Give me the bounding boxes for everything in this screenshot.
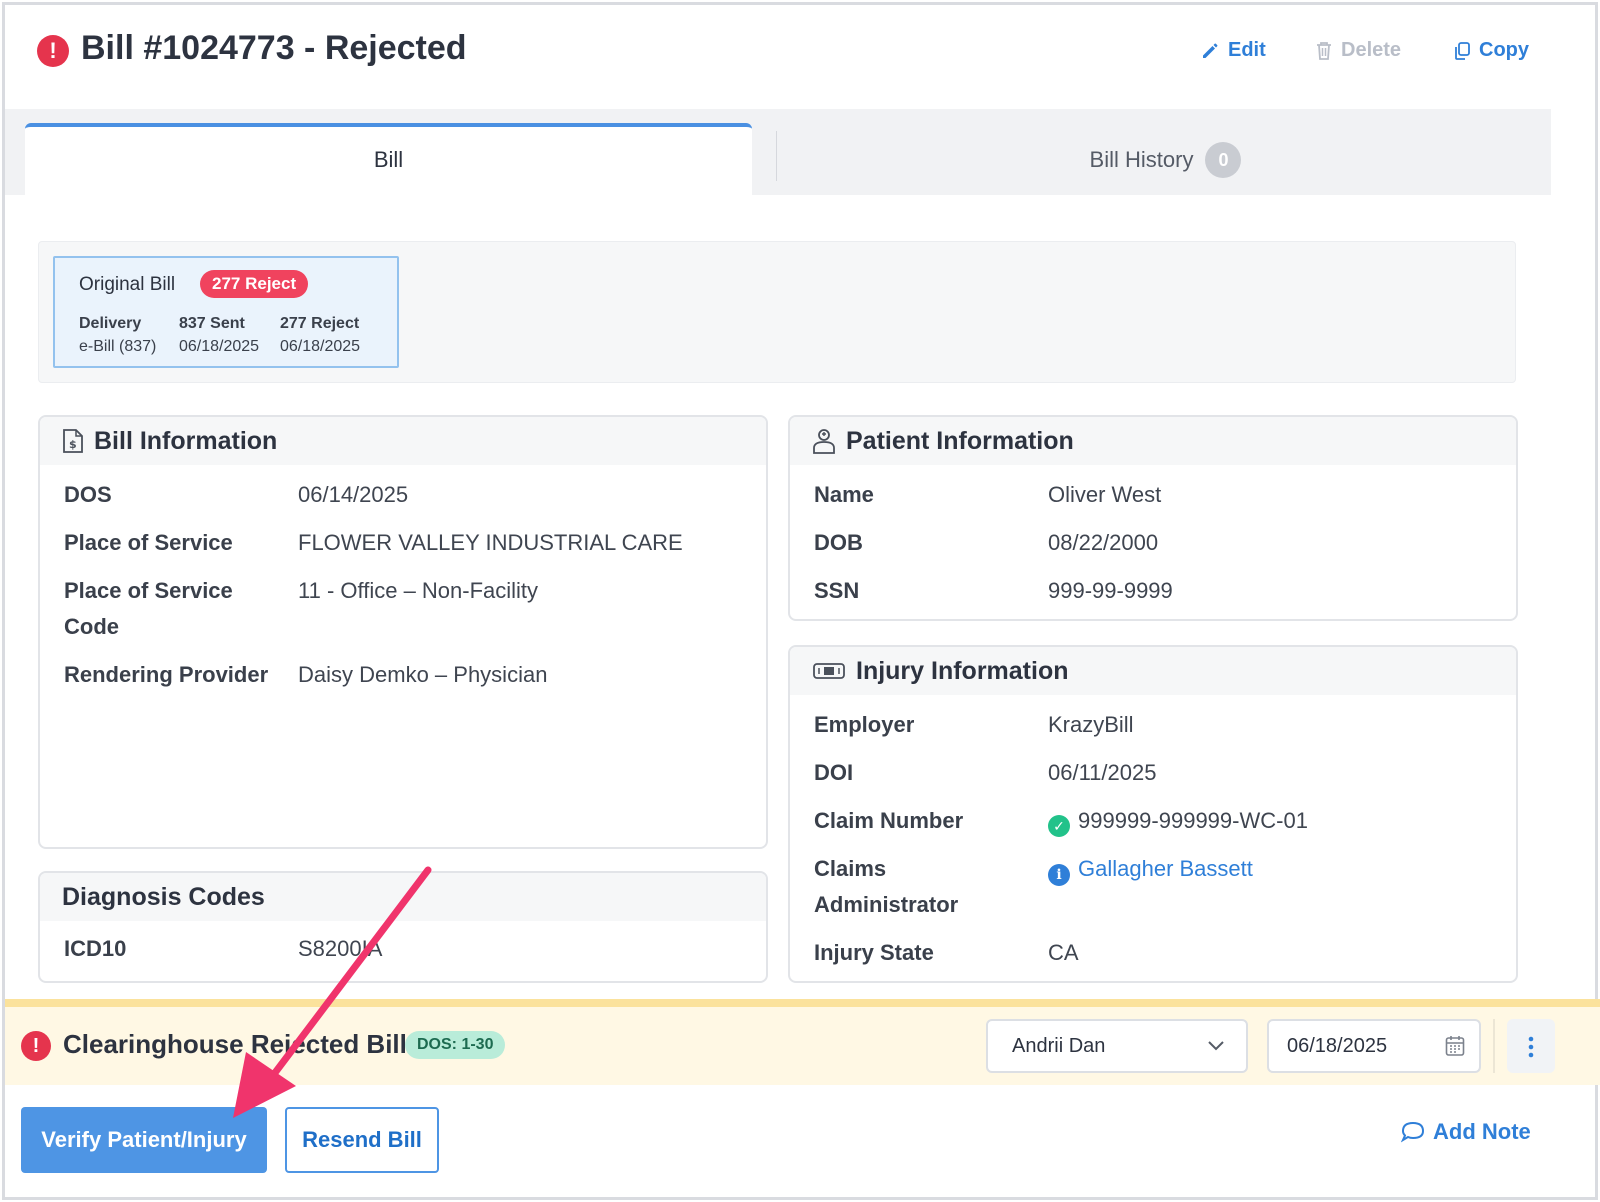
original-bill-card[interactable]: Original Bill 277 Reject Delivery e-Bill… (53, 256, 399, 368)
delivery-column: Delivery e-Bill (837) (79, 312, 156, 358)
rejection-bar: ! Clearinghouse Rejected Bill DOS: 1-30 … (5, 1007, 1600, 1085)
ssn-label: SSN (814, 578, 860, 603)
card-title: Bill Information (94, 426, 278, 455)
pos-code-label-line2: Code (64, 614, 119, 639)
verify-patient-injury-button[interactable]: Verify Patient/Injury (21, 1107, 267, 1173)
add-note-label: Add Note (1433, 1119, 1531, 1144)
delivery-value: e-Bill (837) (79, 338, 157, 355)
delivery-heading: Delivery (79, 315, 142, 332)
assignee-value: Andrii Dan (1012, 1035, 1106, 1057)
rejection-title: Clearinghouse Rejected Bill (63, 1029, 407, 1059)
injury-information-card: Injury Information Employer KrazyBill DO… (788, 645, 1518, 983)
card-header: Diagnosis Codes (40, 873, 766, 921)
doi-label: DOI (814, 760, 854, 785)
date-input[interactable]: 06/18/2025 (1267, 1019, 1481, 1073)
tab-bill[interactable]: Bill (25, 123, 752, 197)
bill-information-card: $ Bill Information DOS 06/14/2025 Place … (38, 415, 768, 849)
divider (1493, 1019, 1495, 1073)
card-title: Injury Information (856, 656, 1069, 685)
dos-label: DOS (64, 482, 112, 507)
place-of-service-value: FLOWER VALLEY INDUSTRIAL CARE (298, 530, 683, 555)
rendering-provider-value: Daisy Demko – Physician (298, 662, 548, 687)
tab-divider (776, 131, 777, 181)
dob-label: DOB (814, 530, 863, 555)
comment-icon (1401, 1121, 1425, 1143)
pos-code-value: 11 - Office – Non-Facility (298, 578, 539, 603)
doi-value: 06/11/2025 (1048, 760, 1157, 785)
card-header: $ Bill Information (40, 417, 766, 465)
reject-heading: 277 Reject (280, 315, 360, 332)
copy-button[interactable]: Copy (1453, 39, 1529, 62)
more-options-button[interactable] (1507, 1019, 1555, 1073)
dos-value: 06/14/2025 (298, 482, 409, 507)
svg-text:$: $ (69, 438, 77, 451)
employer-label: Employer (814, 712, 915, 737)
dob-value: 08/22/2000 (1048, 530, 1159, 555)
claims-admin-label-line2: Administrator (814, 892, 959, 917)
claim-number-label: Claim Number (814, 808, 964, 833)
resend-bill-button[interactable]: Resend Bill (285, 1107, 439, 1173)
patient-icon (813, 429, 835, 454)
original-bill-title: Original Bill (79, 274, 176, 295)
bill-detail-panel: ! Bill #1024773 - Rejected Edit Delete C… (2, 2, 1600, 1200)
delete-button[interactable]: Delete (1315, 39, 1401, 62)
history-count-badge: 0 (1205, 142, 1242, 178)
kebab-menu-icon (1528, 1036, 1534, 1057)
reject-column: 277 Reject 06/18/2025 (280, 312, 360, 358)
place-of-service-label: Place of Service (64, 530, 233, 555)
assignee-select[interactable]: Andrii Dan (986, 1019, 1248, 1073)
edit-label: Edit (1228, 39, 1266, 61)
card-title: Diagnosis Codes (62, 882, 265, 911)
claims-admin-field: i Gallagher Bassett (1048, 851, 1253, 887)
sent-column: 837 Sent 06/18/2025 (179, 312, 259, 358)
alert-icon: ! (21, 1031, 51, 1061)
info-icon[interactable]: i (1048, 864, 1070, 886)
date-value: 06/18/2025 (1287, 1035, 1388, 1057)
page-header: ! Bill #1024773 - Rejected Edit Delete C… (5, 5, 1595, 105)
delete-label: Delete (1341, 39, 1402, 61)
patient-name-value: Oliver West (1048, 482, 1162, 507)
bandage-icon (813, 663, 845, 679)
pencil-icon (1203, 43, 1218, 58)
icd10-label: ICD10 (64, 936, 127, 961)
reject-status-badge: 277 Reject (200, 270, 309, 298)
alert-icon: ! (37, 35, 69, 67)
copy-icon (1455, 41, 1470, 60)
tab-history-label: Bill History (1089, 147, 1194, 172)
tab-bill-history[interactable]: Bill History 0 (780, 127, 1551, 193)
sent-heading: 837 Sent (179, 315, 245, 332)
pos-code-label: Place of Service (64, 578, 233, 603)
edit-button[interactable]: Edit (1200, 39, 1266, 62)
ssn-value: 999-99-9999 (1048, 578, 1173, 603)
injury-state-label: Injury State (814, 940, 934, 965)
claim-number-value: 999999-999999-WC-01 (1078, 808, 1308, 833)
patient-name-label: Name (814, 482, 874, 507)
icd10-value: S8200IA (298, 936, 383, 961)
claims-admin-label: Claims (814, 856, 887, 881)
patient-information-card: Patient Information Name Oliver West DOB… (788, 415, 1518, 621)
dos-badge: DOS: 1-30 (405, 1031, 506, 1059)
calendar-icon[interactable] (1445, 1035, 1465, 1057)
verified-check-icon: ✓ (1048, 815, 1070, 837)
card-header: Injury Information (790, 647, 1516, 695)
card-title: Patient Information (846, 426, 1074, 455)
add-note-button[interactable]: Add Note (1401, 1119, 1531, 1145)
claim-number-field: ✓ 999999-999999-WC-01 (1048, 803, 1308, 839)
invoice-icon: $ (63, 429, 83, 453)
rendering-provider-label: Rendering Provider (64, 662, 269, 687)
reject-value: 06/18/2025 (280, 338, 361, 355)
diagnosis-codes-card: Diagnosis Codes ICD10 S8200IA (38, 871, 768, 983)
injury-state-value: CA (1048, 940, 1079, 965)
tab-bar: Bill Bill History 0 (5, 109, 1551, 197)
card-header: Patient Information (790, 417, 1516, 465)
warning-divider (5, 999, 1600, 1007)
trash-icon (1317, 41, 1331, 60)
page-title: Bill #1024773 - Rejected (81, 29, 467, 67)
copy-label: Copy (1479, 39, 1529, 61)
claims-admin-link[interactable]: Gallagher Bassett (1078, 856, 1253, 881)
bill-versions-strip: Original Bill 277 Reject Delivery e-Bill… (38, 241, 1516, 383)
chevron-down-icon (1206, 1021, 1226, 1089)
sent-value: 06/18/2025 (179, 338, 260, 355)
employer-value: KrazyBill (1048, 712, 1134, 737)
